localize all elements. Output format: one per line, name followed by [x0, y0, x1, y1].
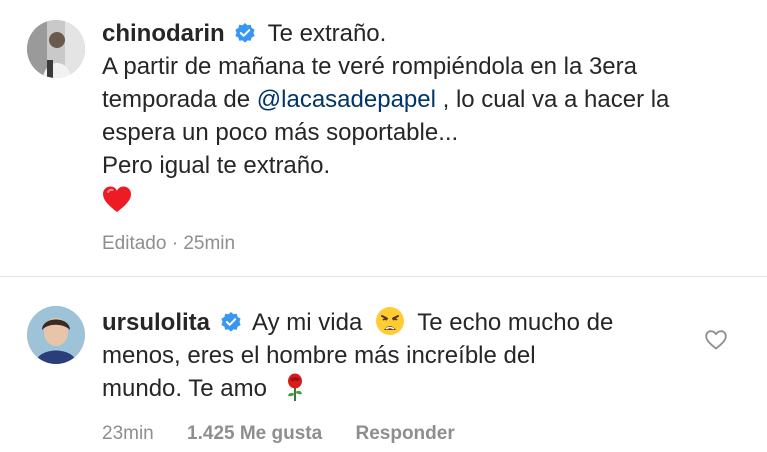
mention-link[interactable]: @lacasadepapel: [257, 86, 436, 113]
post-text-line-1: A partir de mañana te veré rompiéndola e…: [102, 53, 637, 80]
post-text-line-3: espera un poco más soportable...: [102, 119, 459, 146]
red-heart-emoji: [103, 186, 131, 212]
post-text-line-2a: temporada de: [102, 86, 257, 113]
reply-text-after-emoji: Te echo mucho de: [417, 309, 614, 336]
avatar-ursulolita[interactable]: [27, 306, 85, 364]
post-time: 25min: [183, 233, 236, 254]
reply-text-line-3: mundo. Te amo: [102, 375, 267, 402]
rose-emoji: [287, 373, 302, 401]
reply-time: 23min: [102, 423, 154, 444]
post-caption-title: Te extraño.: [267, 20, 387, 47]
weary-face-emoji: [375, 307, 404, 335]
reply-text-line-2: menos, eres el hombre más increíble del: [102, 342, 536, 369]
avatar-image: [27, 306, 85, 364]
reply-comment: ursulolita Ay mi vida Te echo mucho de m…: [0, 276, 767, 452]
post-comment: chinodarin Te extraño. A partir de mañan…: [0, 0, 767, 276]
edited-label: Editado: [102, 233, 167, 254]
post-text-line-2b: , lo cual va a hacer la: [442, 86, 670, 113]
avatar-chinodarin[interactable]: [27, 20, 85, 78]
heart-outline-icon[interactable]: [705, 330, 727, 350]
verified-badge-icon: [235, 23, 255, 43]
reply-text-start: Ay mi vida: [252, 309, 363, 336]
avatar-image: [27, 20, 85, 78]
likes-count[interactable]: 1.425 Me gusta: [187, 423, 322, 444]
reply-button[interactable]: Responder: [355, 423, 454, 444]
meta-separator: ·: [171, 233, 179, 254]
post-username[interactable]: chinodarin: [102, 20, 225, 47]
reply-username[interactable]: ursulolita: [102, 309, 210, 336]
verified-badge-icon: [221, 312, 241, 332]
post-text-line-4: Pero igual te extraño.: [102, 152, 331, 179]
